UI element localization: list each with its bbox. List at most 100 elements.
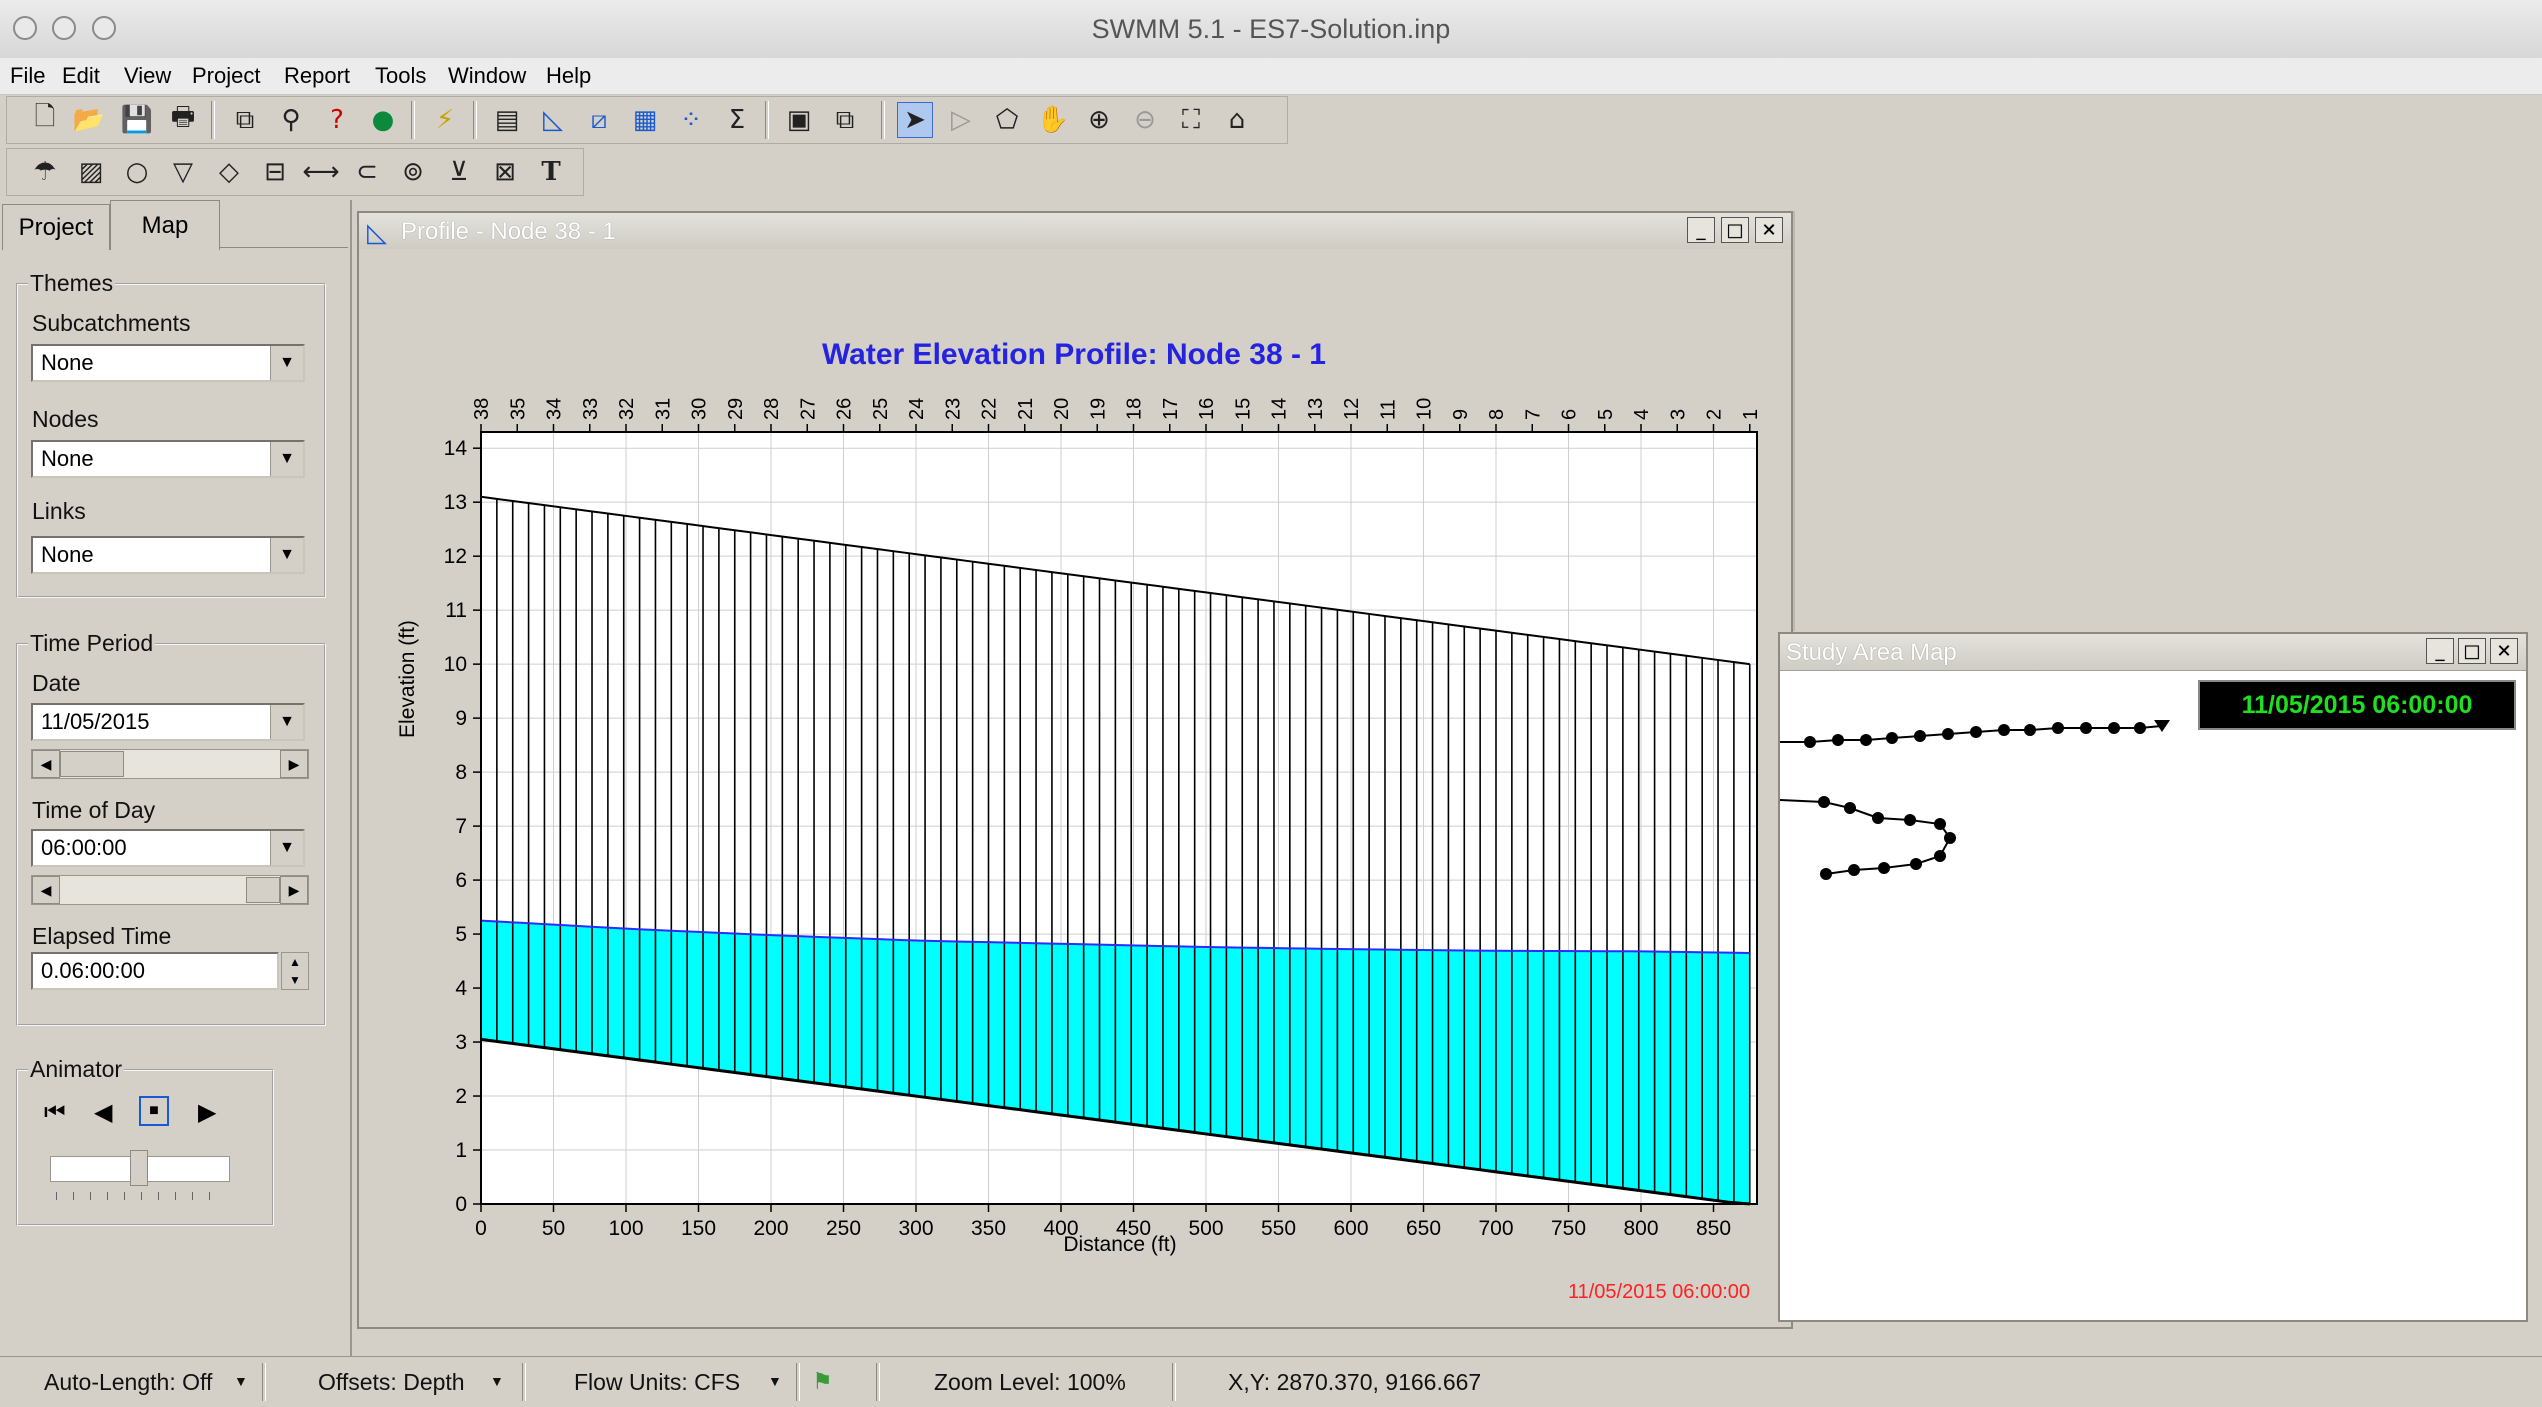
junction-node[interactable] bbox=[1944, 832, 1956, 844]
profile-plot-icon[interactable]: ◺ bbox=[535, 102, 571, 138]
select-vertex-icon[interactable]: ▷ bbox=[943, 102, 979, 138]
menu-tools[interactable]: Tools bbox=[375, 63, 426, 89]
new-file-icon[interactable]: 🗋 bbox=[27, 102, 63, 138]
time-scroll-thumb[interactable] bbox=[246, 877, 280, 903]
outfall-icon[interactable]: ▽ bbox=[165, 154, 201, 190]
open-file-icon[interactable]: 📂 bbox=[71, 102, 107, 138]
menu-view[interactable]: View bbox=[124, 63, 171, 89]
junction-node[interactable] bbox=[1914, 730, 1926, 742]
maximize-icon[interactable]: □ bbox=[2458, 638, 2486, 664]
junction-node[interactable] bbox=[1998, 724, 2010, 736]
divider-icon[interactable]: ◇ bbox=[211, 154, 247, 190]
junction-node[interactable] bbox=[1832, 734, 1844, 746]
junction-node[interactable] bbox=[2052, 722, 2064, 734]
date-scroll-thumb[interactable] bbox=[60, 751, 124, 777]
junction-node[interactable] bbox=[1844, 802, 1856, 814]
scatter-plot-icon[interactable]: ⁘ bbox=[673, 102, 709, 138]
options-icon[interactable]: ▣ bbox=[781, 102, 817, 138]
copy-icon[interactable]: ⧉ bbox=[227, 102, 263, 138]
query-icon[interactable]: ? bbox=[319, 102, 355, 138]
speed-slider-thumb[interactable] bbox=[130, 1150, 148, 1186]
junction-icon[interactable]: ○ bbox=[119, 154, 155, 190]
scroll-left-icon[interactable]: ◀ bbox=[32, 750, 60, 778]
arrange-windows-icon[interactable]: ⧉ bbox=[827, 102, 863, 138]
flow-units-status[interactable]: Flow Units: CFS bbox=[574, 1369, 740, 1396]
links-select[interactable]: None ▼ bbox=[31, 536, 305, 574]
run-simulation-icon[interactable]: ⚡ bbox=[427, 102, 463, 138]
maximize-icon[interactable]: □ bbox=[1721, 217, 1749, 243]
scroll-left-icon[interactable]: ◀ bbox=[32, 876, 60, 904]
subcatchment-icon[interactable]: ▨ bbox=[73, 154, 109, 190]
elapsed-time-spinner[interactable]: ▲ ▼ bbox=[281, 952, 309, 990]
junction-node[interactable] bbox=[1804, 736, 1816, 748]
status-report-icon[interactable]: ▤ bbox=[489, 102, 525, 138]
time-of-day-scrollbar[interactable]: ◀ ▶ bbox=[31, 875, 309, 905]
rain-gage-icon[interactable]: ☂ bbox=[27, 154, 63, 190]
junction-node[interactable] bbox=[2108, 722, 2120, 734]
time-series-plot-icon[interactable]: ⧄ bbox=[581, 102, 617, 138]
scroll-right-icon[interactable]: ▶ bbox=[280, 876, 308, 904]
offsets-status[interactable]: Offsets: Depth bbox=[318, 1369, 465, 1396]
scroll-right-icon[interactable]: ▶ bbox=[280, 750, 308, 778]
junction-node[interactable] bbox=[1848, 864, 1860, 876]
orifice-icon[interactable]: ⊚ bbox=[395, 154, 431, 190]
zoom-out-icon[interactable]: ⊖ bbox=[1127, 102, 1163, 138]
close-icon[interactable]: ✕ bbox=[2490, 638, 2518, 664]
conduit-line[interactable] bbox=[1780, 799, 1952, 875]
menu-window[interactable]: Window bbox=[448, 63, 526, 89]
time-of-day-select[interactable]: 06:00:00 ▼ bbox=[31, 829, 305, 867]
rewind-icon[interactable]: ⏮ bbox=[44, 1098, 66, 1126]
profile-window-title-bar[interactable]: ◺ Profile - Node 38 - 1 _ □ ✕ bbox=[359, 213, 1791, 250]
tab-project[interactable]: Project bbox=[2, 204, 110, 250]
date-scrollbar[interactable]: ◀ ▶ bbox=[31, 749, 309, 779]
play-backward-icon[interactable]: ◀ bbox=[94, 1098, 112, 1126]
junction-node[interactable] bbox=[1904, 814, 1916, 826]
storage-icon[interactable]: ⊟ bbox=[257, 154, 293, 190]
minimize-icon[interactable]: _ bbox=[1687, 217, 1715, 243]
junction-node[interactable] bbox=[1970, 726, 1982, 738]
find-icon[interactable]: ⚲ bbox=[273, 102, 309, 138]
elapsed-time-input[interactable]: 0.06:00:00 bbox=[31, 952, 279, 990]
junction-node[interactable] bbox=[1820, 868, 1832, 880]
stop-icon[interactable]: ■ bbox=[139, 1096, 169, 1126]
junction-node[interactable] bbox=[2080, 722, 2092, 734]
pan-icon[interactable]: ✋ bbox=[1035, 102, 1071, 138]
junction-node[interactable] bbox=[1942, 728, 1954, 740]
junction-node[interactable] bbox=[2134, 722, 2146, 734]
subcatchments-select[interactable]: None ▼ bbox=[31, 344, 305, 382]
outlet-icon[interactable]: ⊠ bbox=[487, 154, 523, 190]
junction-node[interactable] bbox=[1878, 862, 1890, 874]
full-extent-icon[interactable]: ⛶ bbox=[1173, 102, 1209, 138]
menu-project[interactable]: Project bbox=[192, 63, 260, 89]
zoom-in-icon[interactable]: ⊕ bbox=[1081, 102, 1117, 138]
junction-node[interactable] bbox=[1934, 850, 1946, 862]
chevron-down-icon[interactable]: ▼ bbox=[768, 1373, 782, 1389]
select-object-icon[interactable]: ➤ bbox=[897, 102, 933, 138]
menu-file[interactable]: File bbox=[10, 63, 45, 89]
weir-icon[interactable]: ⊻ bbox=[441, 154, 477, 190]
junction-node[interactable] bbox=[1910, 858, 1922, 870]
menu-report[interactable]: Report bbox=[284, 63, 350, 89]
date-select[interactable]: 11/05/2015 ▼ bbox=[31, 703, 305, 741]
tab-map[interactable]: Map bbox=[110, 200, 220, 250]
menu-help[interactable]: Help bbox=[546, 63, 591, 89]
map-canvas[interactable] bbox=[1780, 670, 2526, 1320]
junction-node[interactable] bbox=[1872, 812, 1884, 824]
chevron-down-icon[interactable]: ▼ bbox=[234, 1373, 248, 1389]
junction-node[interactable] bbox=[1860, 734, 1872, 746]
nodes-select[interactable]: None ▼ bbox=[31, 440, 305, 478]
junction-node[interactable] bbox=[2024, 724, 2036, 736]
pump-icon[interactable]: ⊂ bbox=[349, 154, 385, 190]
chevron-down-icon[interactable]: ▼ bbox=[490, 1373, 504, 1389]
overview-map-icon[interactable]: ● bbox=[365, 102, 401, 138]
play-forward-icon[interactable]: ▶ bbox=[198, 1098, 216, 1126]
measure-icon[interactable]: ⌂ bbox=[1219, 102, 1255, 138]
statistics-icon[interactable]: Σ bbox=[719, 102, 755, 138]
menu-edit[interactable]: Edit bbox=[62, 63, 100, 89]
table-icon[interactable]: ▦ bbox=[627, 102, 663, 138]
map-window-title-bar[interactable]: Study Area Map _ □ ✕ bbox=[1780, 634, 2526, 671]
junction-node[interactable] bbox=[1886, 732, 1898, 744]
junction-node[interactable] bbox=[1818, 796, 1830, 808]
label-icon[interactable]: T bbox=[533, 154, 569, 190]
save-icon[interactable]: 💾 bbox=[119, 102, 155, 138]
